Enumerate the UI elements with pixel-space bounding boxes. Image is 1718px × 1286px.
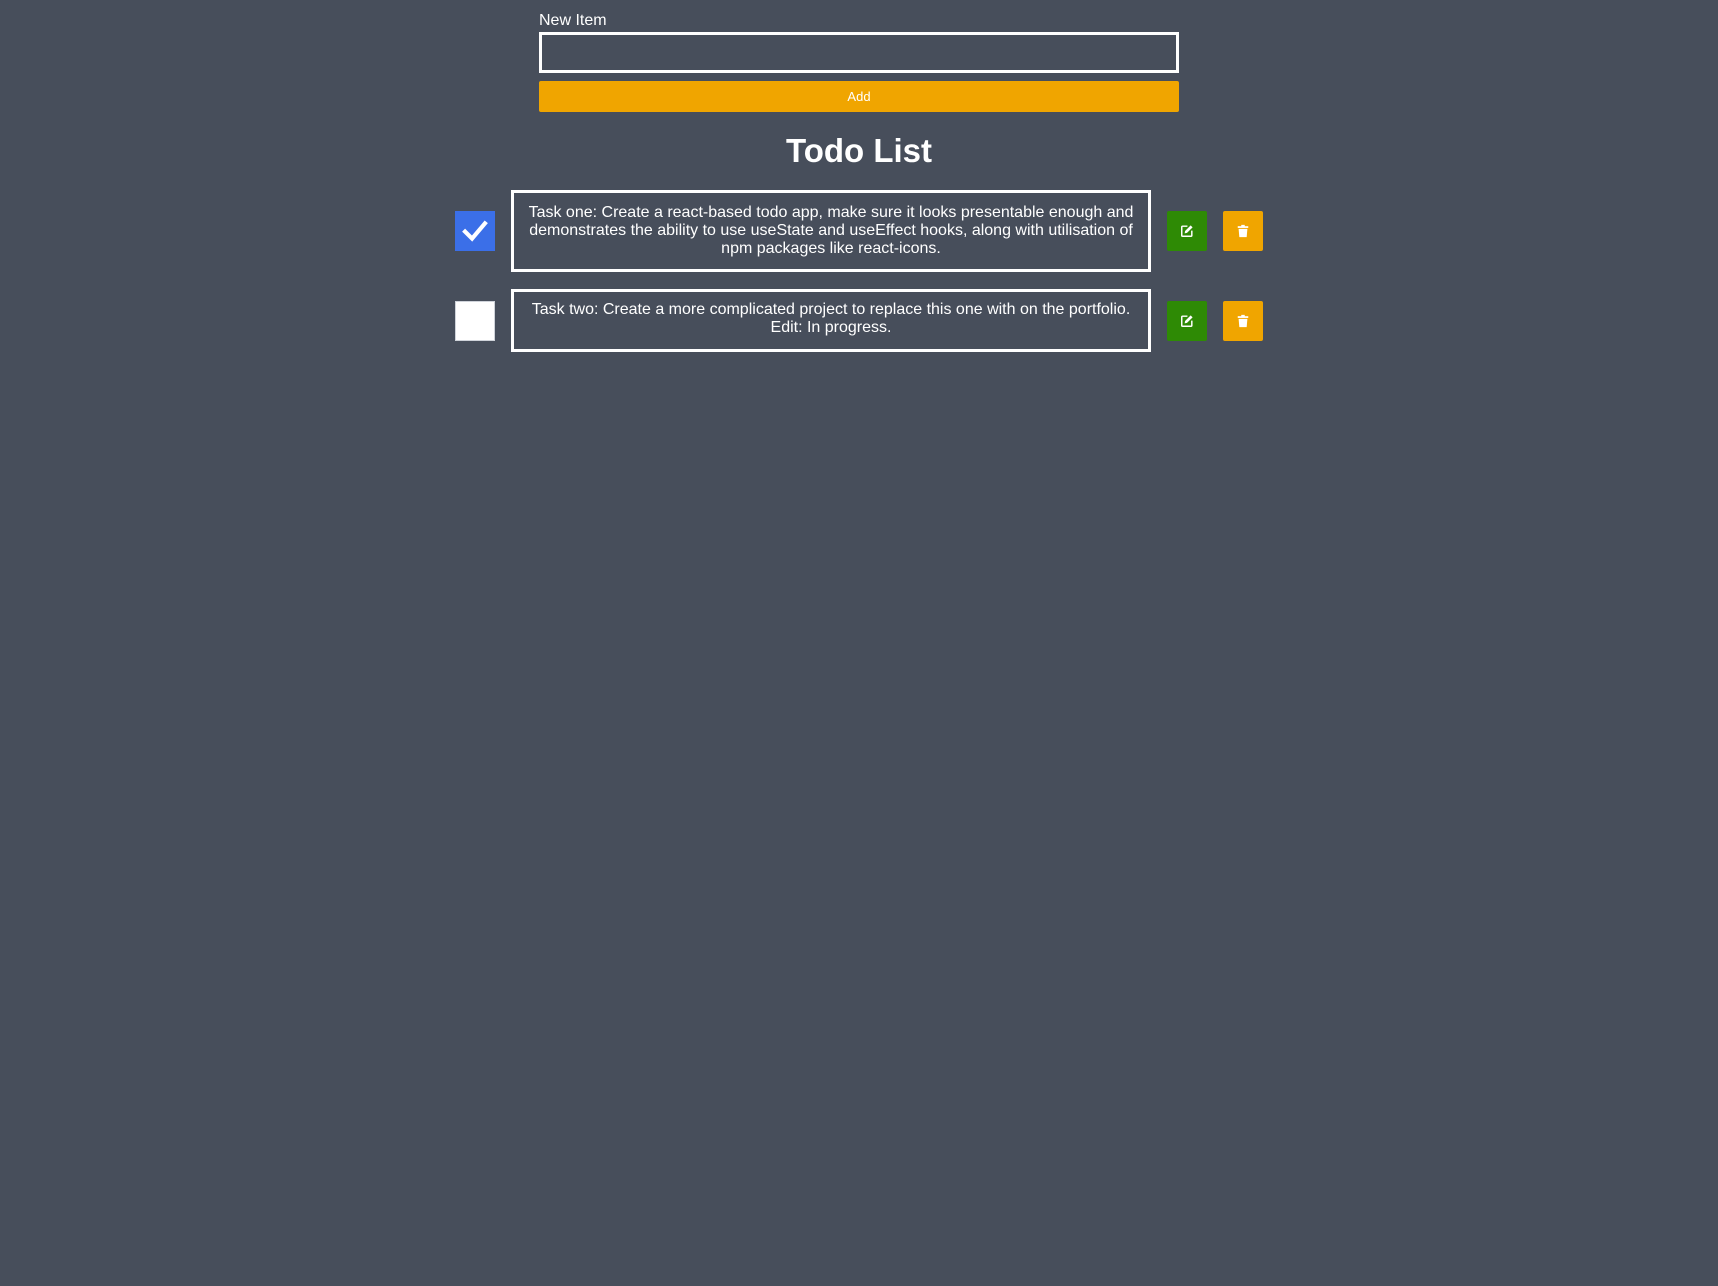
checkmark-icon (462, 220, 488, 242)
new-item-form: New Item Add (539, 12, 1179, 112)
add-button[interactable]: Add (539, 81, 1179, 112)
todo-checkbox-checked[interactable] (455, 211, 495, 251)
delete-button[interactable] (1223, 300, 1263, 341)
page-title: Todo List (785, 132, 933, 169)
todo-checkbox-unchecked[interactable] (455, 300, 495, 341)
todo-list: Task one: Create a react-based todo app,… (455, 190, 1265, 369)
edit-icon (1181, 225, 1193, 237)
edit-icon (1181, 314, 1193, 327)
todo-text: Task two: Create a more complicated proj… (511, 289, 1151, 352)
new-item-input[interactable] (539, 32, 1179, 73)
new-item-label: New Item (539, 12, 607, 29)
trash-icon (1237, 314, 1249, 327)
trash-icon (1237, 224, 1249, 238)
todo-item: Task two: Create a more complicated proj… (455, 289, 1265, 352)
todo-item: Task one: Create a react-based todo app,… (455, 190, 1265, 272)
delete-button[interactable] (1223, 211, 1263, 251)
edit-button[interactable] (1167, 300, 1207, 341)
edit-button[interactable] (1167, 211, 1207, 251)
todo-text: Task one: Create a react-based todo app,… (511, 190, 1151, 272)
